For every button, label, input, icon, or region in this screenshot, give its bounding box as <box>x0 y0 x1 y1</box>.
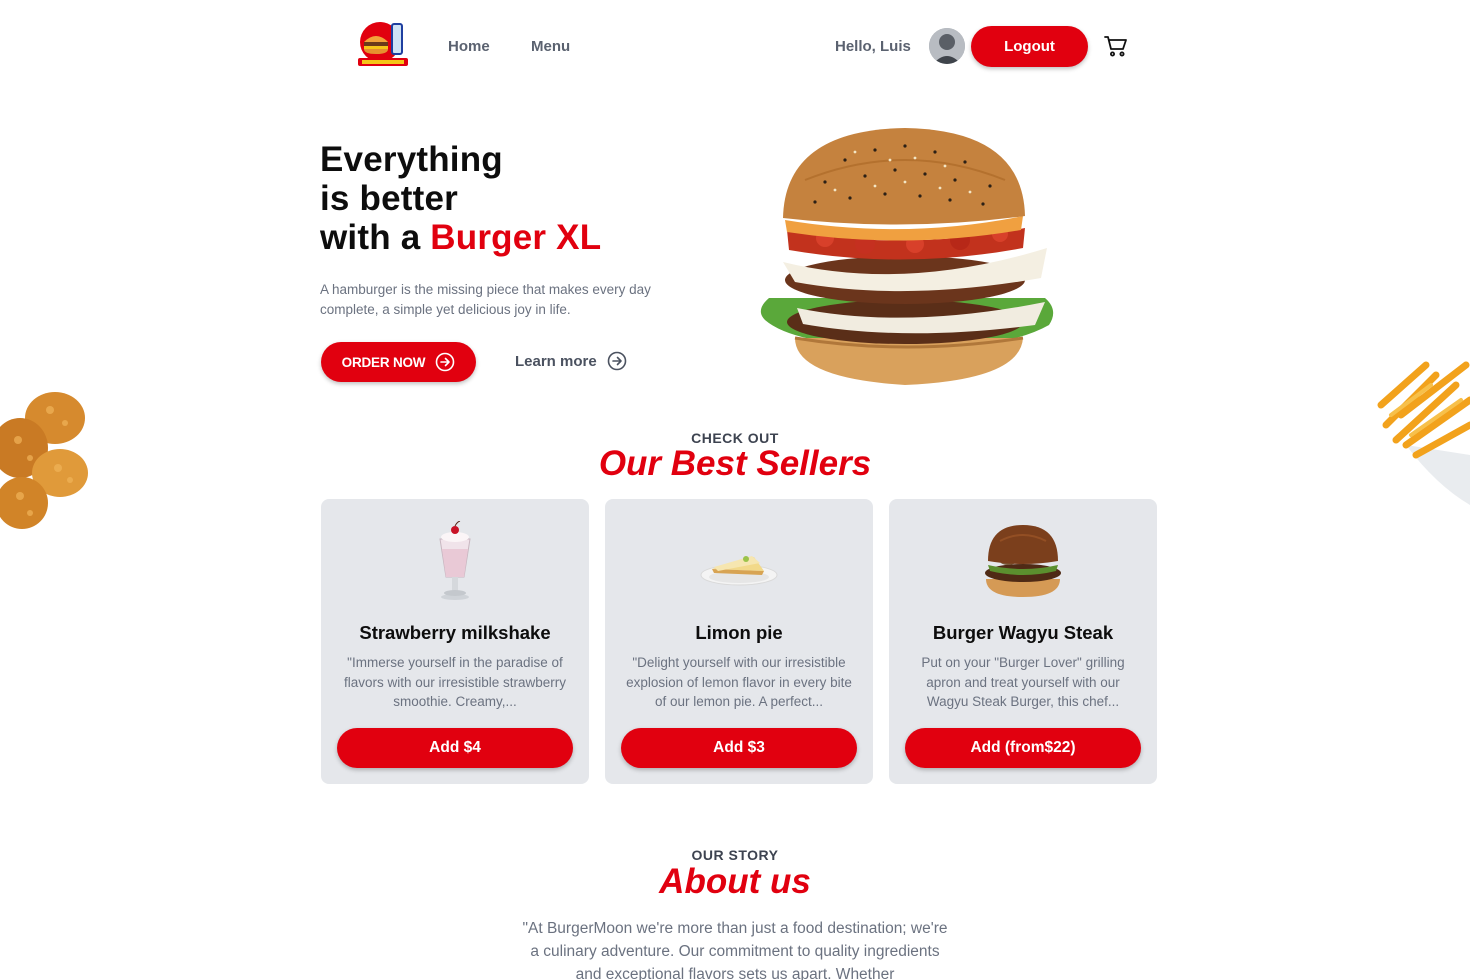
hero-burger-image <box>755 120 1060 400</box>
wagyu-burger-icon <box>978 521 1068 601</box>
nav-home-link[interactable]: Home <box>448 38 490 55</box>
hero-title-line1: Everything <box>320 140 503 179</box>
order-now-label: ORDER NOW <box>341 354 426 370</box>
hero-title-line2: is better <box>320 179 458 218</box>
hero-title: Everything is better with a Burger XL <box>320 140 601 257</box>
product-card-milkshake: Strawberry milkshake "Immerse yourself i… <box>321 499 589 784</box>
best-sellers-title: Our Best Sellers <box>598 444 872 483</box>
learn-more-label: Learn more <box>515 352 597 370</box>
product-card-wagyu-burger: Burger Wagyu Steak Put on your "Burger L… <box>889 499 1157 784</box>
product-description: "Delight yourself with our irresistible … <box>626 655 852 709</box>
milkshake-icon <box>410 520 500 601</box>
nav-menu-link[interactable]: Menu <box>531 38 570 55</box>
learn-more-link[interactable]: Learn more <box>515 351 627 371</box>
about-title: About us <box>659 862 811 901</box>
add-to-cart-button[interactable]: Add $3 <box>621 728 857 768</box>
product-name: Strawberry milkshake <box>359 622 551 643</box>
cart-icon[interactable] <box>1103 34 1129 58</box>
about-text: "At BurgerMoon we're more than just a fo… <box>522 920 948 980</box>
user-greeting: Hello, Luis <box>835 38 911 55</box>
product-description: "Immerse yourself in the paradise of fla… <box>343 655 567 709</box>
about-kicker: OUR STORY <box>691 847 779 863</box>
product-card-lemon-pie: Limon pie "Delight yourself with our irr… <box>605 499 873 784</box>
hero-title-accent: Burger XL <box>430 218 602 257</box>
avatar[interactable] <box>929 28 965 64</box>
arrow-circle-right-icon <box>607 351 627 371</box>
product-name: Limon pie <box>695 622 783 643</box>
product-description: Put on your "Burger Lover" grilling apro… <box>921 655 1125 709</box>
add-to-cart-button[interactable]: Add (from$22) <box>905 728 1141 768</box>
hero-description: A hamburger is the missing piece that ma… <box>320 282 651 317</box>
logout-button[interactable]: Logout <box>971 26 1088 67</box>
hero-title-line3: with a <box>320 218 431 257</box>
add-to-cart-button[interactable]: Add $4 <box>337 728 573 768</box>
burgermoon-logo-icon[interactable] <box>356 18 410 68</box>
order-now-button[interactable]: ORDER NOW <box>321 342 476 382</box>
arrow-circle-right-icon <box>436 352 455 372</box>
site-header: Home Menu Hello, Luis Logout <box>0 0 1470 92</box>
lemon-pie-icon <box>694 521 784 601</box>
product-name: Burger Wagyu Steak <box>932 622 1114 643</box>
